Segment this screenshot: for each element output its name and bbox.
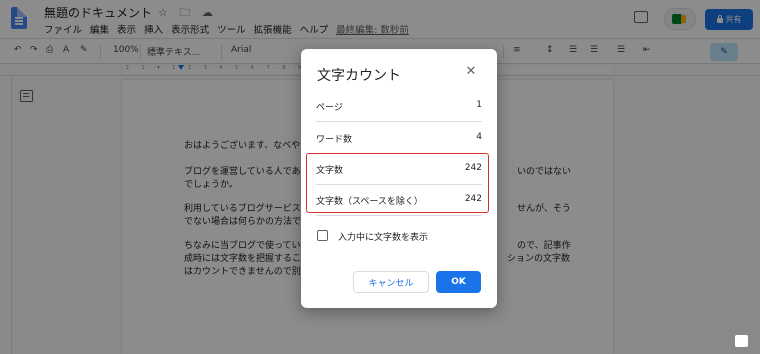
highlight-box <box>306 153 489 213</box>
cancel-button[interactable]: キャンセル <box>353 271 429 293</box>
count-label: ページ <box>316 103 343 113</box>
word-count-dialog: 文字カウント ✕ ページ 1 ワード数 4 文字数 242 文字数（スペースを除… <box>301 49 497 308</box>
count-label: ワード数 <box>316 135 353 145</box>
count-row-pages: ページ 1 <box>316 90 482 122</box>
explore-icon[interactable] <box>735 335 748 347</box>
dialog-title: 文字カウント <box>317 68 401 84</box>
count-value: 1 <box>476 100 482 110</box>
show-count-checkbox[interactable] <box>317 230 328 241</box>
ok-button[interactable]: OK <box>436 271 481 293</box>
count-row-words: ワード数 4 <box>316 122 482 154</box>
checkbox-label[interactable]: 入力中に文字数を表示 <box>338 230 428 243</box>
count-value: 4 <box>476 132 482 142</box>
close-icon[interactable]: ✕ <box>465 65 477 78</box>
